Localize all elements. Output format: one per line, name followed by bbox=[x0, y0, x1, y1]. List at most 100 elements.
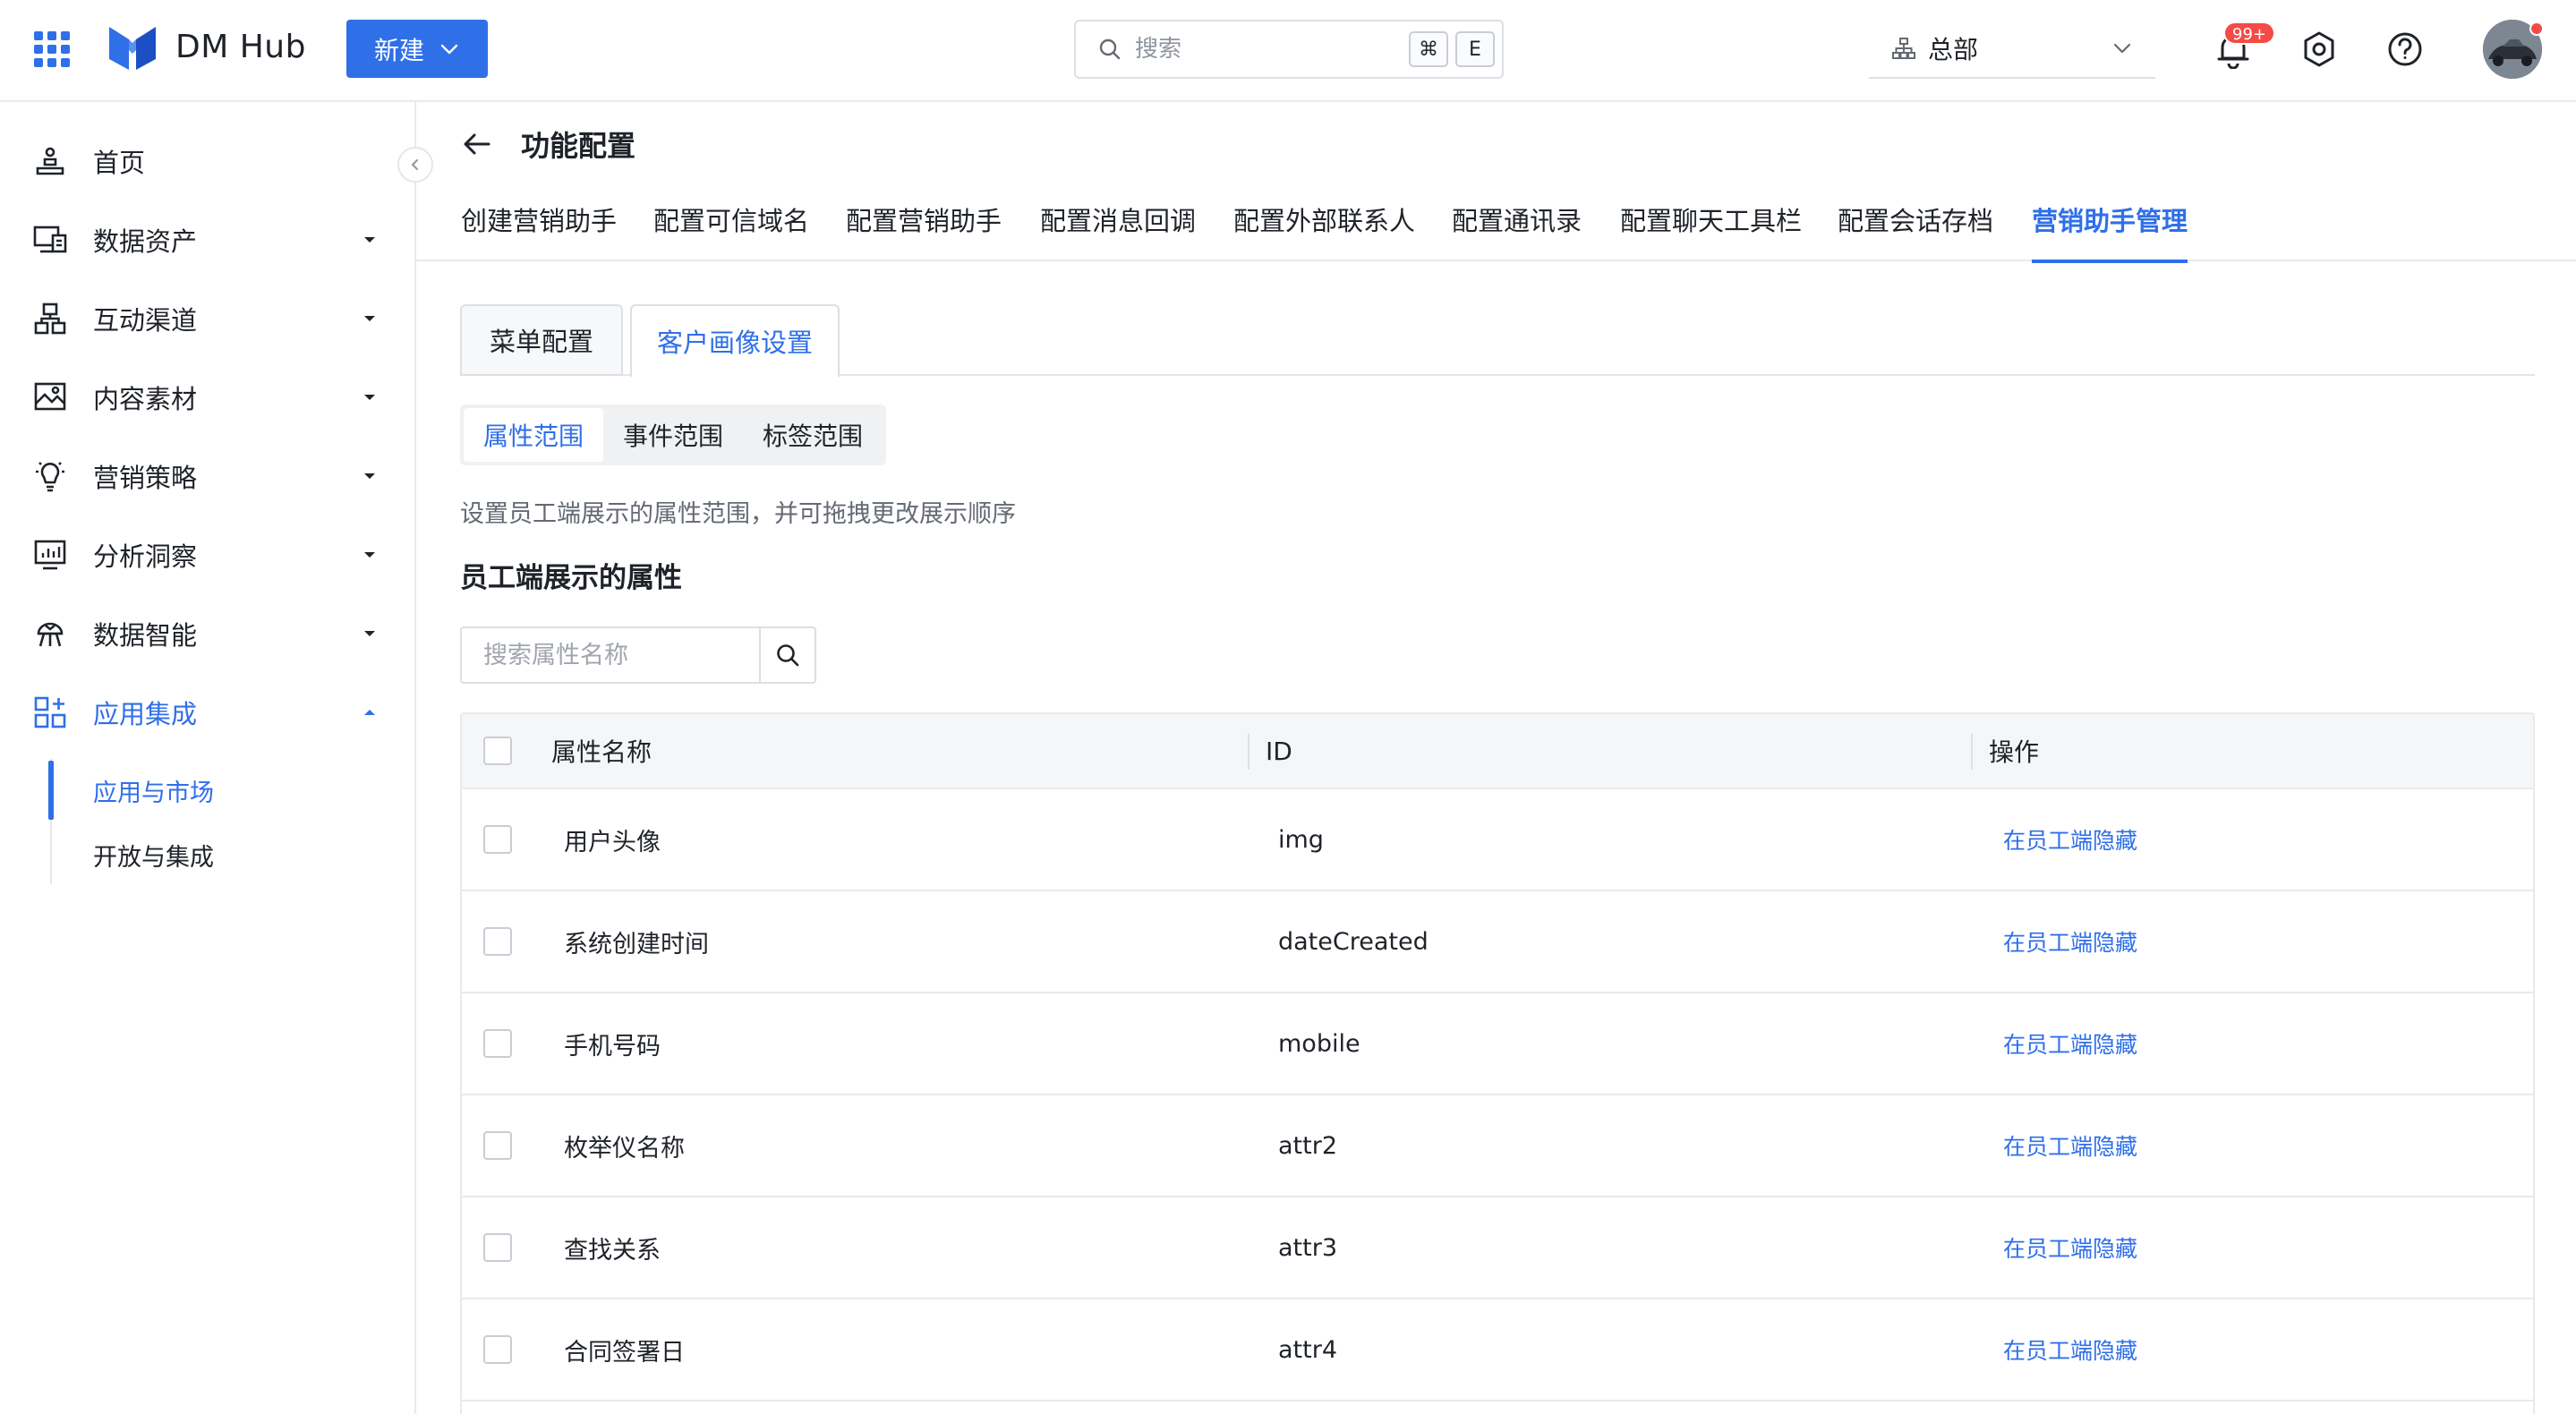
tab-chat-toolbar[interactable]: 配置聊天工具栏 bbox=[1620, 200, 1802, 261]
row-checkbox[interactable] bbox=[483, 1029, 512, 1058]
row-checkbox[interactable] bbox=[483, 927, 512, 956]
analysis-icon bbox=[32, 537, 68, 573]
column-header-action: 操作 bbox=[1989, 737, 2040, 767]
attribute-name: 系统创建时间 bbox=[564, 930, 709, 958]
page-title: 功能配置 bbox=[521, 129, 636, 163]
org-selector[interactable]: 总部 bbox=[1869, 20, 2155, 79]
attribute-search bbox=[460, 626, 816, 684]
brain-icon bbox=[32, 616, 68, 652]
help-icon[interactable] bbox=[2384, 29, 2426, 70]
home-icon bbox=[32, 143, 68, 179]
hide-in-staff-link[interactable]: 在员工端隐藏 bbox=[2003, 1197, 2137, 1298]
global-search-input[interactable] bbox=[1135, 36, 1409, 63]
caret-down-icon bbox=[361, 467, 379, 485]
app-launcher-icon[interactable] bbox=[32, 30, 72, 69]
hide-in-staff-link[interactable]: 在员工端隐藏 bbox=[2003, 789, 2137, 890]
row-checkbox[interactable] bbox=[483, 1335, 512, 1364]
seg-attribute-scope[interactable]: 属性范围 bbox=[464, 408, 604, 462]
tab-customer-profile[interactable]: 客户画像设置 bbox=[630, 304, 840, 378]
top-bar: DM Hub 新建 ⌘ E 总部 99+ bbox=[0, 0, 2576, 102]
sidebar-item-channels[interactable]: 互动渠道 bbox=[0, 279, 414, 358]
org-tree-icon bbox=[1892, 37, 1915, 60]
sidebar-item-content[interactable]: 内容素材 bbox=[0, 358, 414, 437]
sidebar-item-label: 互动渠道 bbox=[93, 305, 198, 336]
table-row[interactable]: 查找关系 attr3 在员工端隐藏 bbox=[462, 1197, 2533, 1299]
chevron-down-icon bbox=[439, 38, 460, 60]
row-checkbox[interactable] bbox=[483, 825, 512, 854]
attribute-id: dateCreated bbox=[1278, 927, 1429, 956]
new-button[interactable]: 新建 bbox=[346, 20, 488, 78]
page-header: 功能配置 bbox=[456, 124, 635, 165]
select-all-checkbox[interactable] bbox=[483, 737, 512, 765]
tab-external-contacts[interactable]: 配置外部联系人 bbox=[1233, 200, 1415, 261]
attribute-id: attr3 bbox=[1278, 1233, 1337, 1262]
tab-message-callback[interactable]: 配置消息回调 bbox=[1040, 200, 1196, 261]
hide-in-staff-link[interactable]: 在员工端隐藏 bbox=[2003, 993, 2137, 1094]
sidebar-item-label: 内容素材 bbox=[93, 384, 198, 414]
search-icon[interactable] bbox=[759, 628, 815, 682]
sidebar-item-label: 数据智能 bbox=[93, 620, 198, 651]
row-checkbox[interactable] bbox=[483, 1233, 512, 1262]
hide-in-staff-link[interactable]: 在员工端隐藏 bbox=[2003, 1095, 2137, 1196]
column-header-name: 属性名称 bbox=[551, 737, 653, 767]
org-selector-label: 总部 bbox=[1928, 35, 1979, 64]
attribute-name: 枚举仪名称 bbox=[564, 1134, 685, 1163]
hide-in-staff-link[interactable]: 在员工端隐藏 bbox=[2003, 891, 2137, 992]
hide-in-staff-link[interactable]: 在员工端隐藏 bbox=[2003, 1299, 2137, 1400]
shortcut-key-e: E bbox=[1455, 31, 1495, 67]
sidebar-item-integration[interactable]: 应用集成 bbox=[0, 673, 414, 752]
attribute-id: attr2 bbox=[1278, 1131, 1337, 1160]
sidebar-item-home[interactable]: 首页 bbox=[0, 122, 414, 200]
back-arrow-icon[interactable] bbox=[456, 124, 496, 164]
attribute-search-input[interactable] bbox=[462, 628, 759, 682]
seg-event-scope[interactable]: 事件范围 bbox=[603, 408, 743, 462]
sidebar-item-label: 营销策略 bbox=[93, 463, 198, 493]
caret-down-icon bbox=[361, 231, 379, 249]
image-icon bbox=[32, 379, 68, 415]
tab-create-assistant[interactable]: 创建营销助手 bbox=[461, 200, 617, 261]
column-divider bbox=[1248, 734, 1250, 770]
tab-session-archive[interactable]: 配置会话存档 bbox=[1838, 200, 1993, 261]
attribute-name: 查找关系 bbox=[564, 1236, 661, 1265]
sidebar: 首页 数据资产 互动渠道 内容素材 营销策略 分析洞察 数据智能 应用集成 应用… bbox=[0, 102, 416, 1414]
new-button-label: 新建 bbox=[373, 35, 424, 65]
sidebar-item-analysis[interactable]: 分析洞察 bbox=[0, 515, 414, 594]
global-search[interactable]: ⌘ E bbox=[1074, 20, 1504, 79]
table-row[interactable]: 用户头像 img 在员工端隐藏 bbox=[462, 789, 2533, 891]
sidebar-item-strategy[interactable]: 营销策略 bbox=[0, 437, 414, 515]
notification-badge: 99+ bbox=[2223, 21, 2275, 45]
brand-name: DM Hub bbox=[175, 29, 306, 65]
attribute-id: mobile bbox=[1278, 1029, 1361, 1058]
sidebar-item-intelligence[interactable]: 数据智能 bbox=[0, 594, 414, 673]
tab-config-assistant[interactable]: 配置营销助手 bbox=[846, 200, 1002, 261]
table-row[interactable]: 合同签署日 attr4 在员工端隐藏 bbox=[462, 1299, 2533, 1401]
tab-menu-config[interactable]: 菜单配置 bbox=[460, 304, 623, 376]
settings-icon[interactable] bbox=[2299, 29, 2340, 70]
attribute-name: 手机号码 bbox=[564, 1032, 661, 1060]
seg-tag-scope[interactable]: 标签范围 bbox=[743, 408, 883, 462]
tab-address-book[interactable]: 配置通讯录 bbox=[1452, 200, 1582, 261]
lightbulb-icon bbox=[32, 458, 68, 494]
apps-grid-icon bbox=[32, 694, 68, 730]
attribute-name: 合同签署日 bbox=[564, 1338, 685, 1367]
sidebar-item-label: 分析洞察 bbox=[93, 541, 198, 572]
row-checkbox[interactable] bbox=[483, 1131, 512, 1160]
dm-hub-logo bbox=[106, 23, 159, 73]
table-header: 属性名称 ID 操作 bbox=[462, 714, 2533, 789]
sidebar-subitem-open-integration[interactable]: 开放与集成 bbox=[50, 823, 414, 886]
column-divider bbox=[1971, 734, 1973, 770]
shortcut-key-cmd: ⌘ bbox=[1409, 31, 1448, 67]
channel-icon bbox=[32, 301, 68, 336]
tab-assistant-management[interactable]: 营销助手管理 bbox=[2032, 200, 2188, 263]
table-row[interactable]: 手机号码 mobile 在员工端隐藏 bbox=[462, 993, 2533, 1095]
table-row[interactable]: 系统创建时间 dateCreated 在员工端隐藏 bbox=[462, 891, 2533, 993]
tab-trusted-domain[interactable]: 配置可信域名 bbox=[653, 200, 809, 261]
sidebar-item-data-assets[interactable]: 数据资产 bbox=[0, 200, 414, 279]
section-title: 员工端展示的属性 bbox=[460, 562, 682, 594]
sidebar-subitem-apps-market[interactable]: 应用与市场 bbox=[50, 759, 414, 822]
table-row[interactable]: 枚举仪名称 attr2 在员工端隐藏 bbox=[462, 1095, 2533, 1197]
attribute-name: 用户头像 bbox=[564, 828, 661, 856]
collapse-sidebar-button[interactable] bbox=[397, 147, 433, 183]
card-tabs: 菜单配置 客户画像设置 bbox=[460, 304, 2535, 378]
caret-down-icon bbox=[361, 310, 379, 328]
